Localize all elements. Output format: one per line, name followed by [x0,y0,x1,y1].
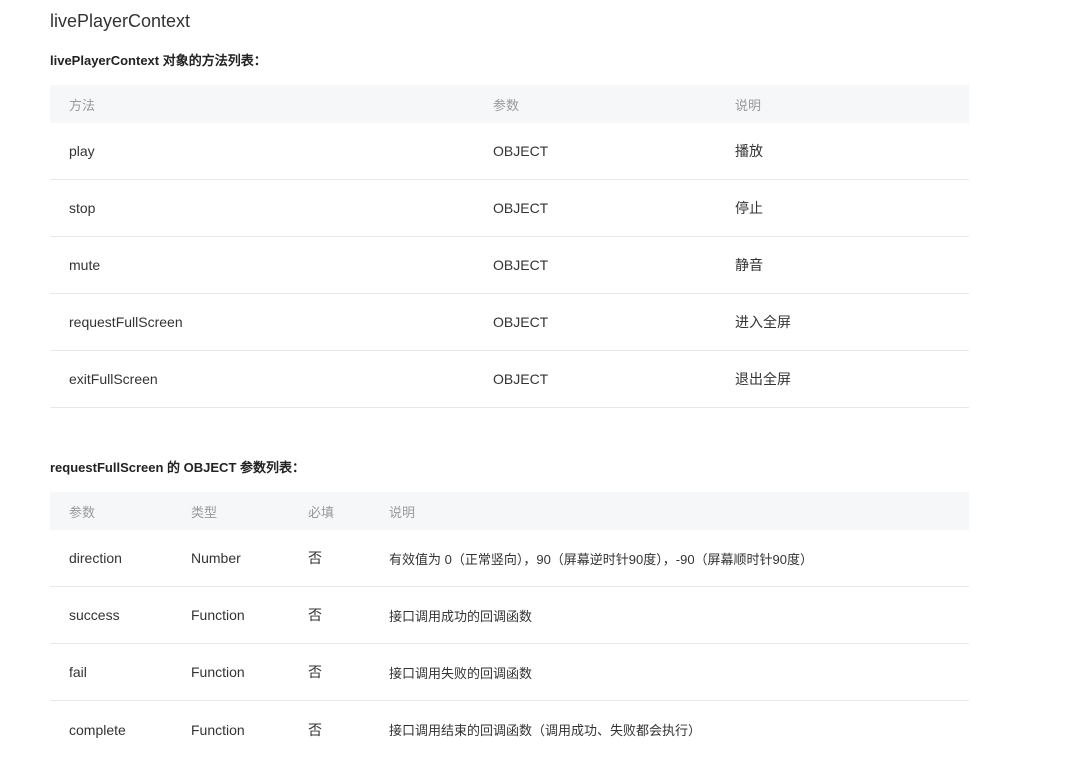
column-header-required: 必填 [308,504,335,520]
method-description: 退出全屏 [735,371,791,387]
method-param: OBJECT [493,257,549,273]
methods-table: 方法 参数 说明 play OBJECT 播放 stop OBJECT 停止 m… [50,85,969,408]
param-description: 接口调用结束的回调函数（调用成功、失败都会执行） [389,723,702,738]
method-description: 静音 [735,257,763,273]
param-required: 否 [308,721,322,738]
method-param: OBJECT [493,200,549,216]
params-table: 参数 类型 必填 说明 direction Number 否 有效值为 0（正常… [50,492,969,758]
param-name: direction [69,550,122,566]
method-param: OBJECT [493,314,549,330]
table-row: complete Function 否 接口调用结束的回调函数（调用成功、失败都… [50,701,969,758]
method-name: play [69,143,95,159]
table-row: requestFullScreen OBJECT 进入全屏 [50,294,969,351]
method-description: 播放 [735,143,763,159]
method-name: stop [69,200,96,216]
param-type: Function [191,664,245,680]
methods-table-header: 方法 参数 说明 [50,85,969,123]
column-header-description: 说明 [735,97,762,113]
param-description: 有效值为 0（正常竖向），90（屏幕逆时针90度），-90（屏幕顺时针90度） [389,551,814,567]
method-description: 停止 [735,200,763,216]
table-row: success Function 否 接口调用成功的回调函数 [50,587,969,644]
param-description: 接口调用成功的回调函数 [389,608,533,624]
table-row: exitFullScreen OBJECT 退出全屏 [50,351,969,408]
methods-section-heading: livePlayerContext 对象的方法列表： [50,53,267,68]
params-table-header: 参数 类型 必填 说明 [50,492,969,530]
method-param: OBJECT [493,371,549,387]
table-row: stop OBJECT 停止 [50,180,969,237]
page-title: livePlayerContext [50,11,191,31]
method-description: 进入全屏 [735,314,791,330]
param-required: 否 [308,664,322,680]
param-name: success [69,607,120,623]
param-name: complete [69,721,126,738]
table-row: mute OBJECT 静音 [50,237,969,294]
params-section-heading: requestFullScreen 的 OBJECT 参数列表： [50,460,305,475]
column-header-param: 参数 [69,504,96,520]
method-name: exitFullScreen [69,371,158,387]
param-required: 否 [308,607,322,623]
table-row: play OBJECT 播放 [50,123,969,180]
column-header-type: 类型 [191,504,218,520]
param-description: 接口调用失败的回调函数 [389,665,533,681]
param-type: Function [191,721,245,738]
param-name: fail [69,664,87,680]
method-name: mute [69,257,101,273]
column-header-param: 参数 [493,97,520,113]
param-type: Function [191,607,245,623]
table-row: fail Function 否 接口调用失败的回调函数 [50,644,969,701]
method-param: OBJECT [493,143,549,159]
param-required: 否 [308,550,322,566]
column-header-method: 方法 [69,97,96,113]
method-name: requestFullScreen [69,314,183,330]
table-row: direction Number 否 有效值为 0（正常竖向），90（屏幕逆时针… [50,530,969,587]
param-type: Number [191,550,241,566]
column-header-description: 说明 [389,504,416,520]
